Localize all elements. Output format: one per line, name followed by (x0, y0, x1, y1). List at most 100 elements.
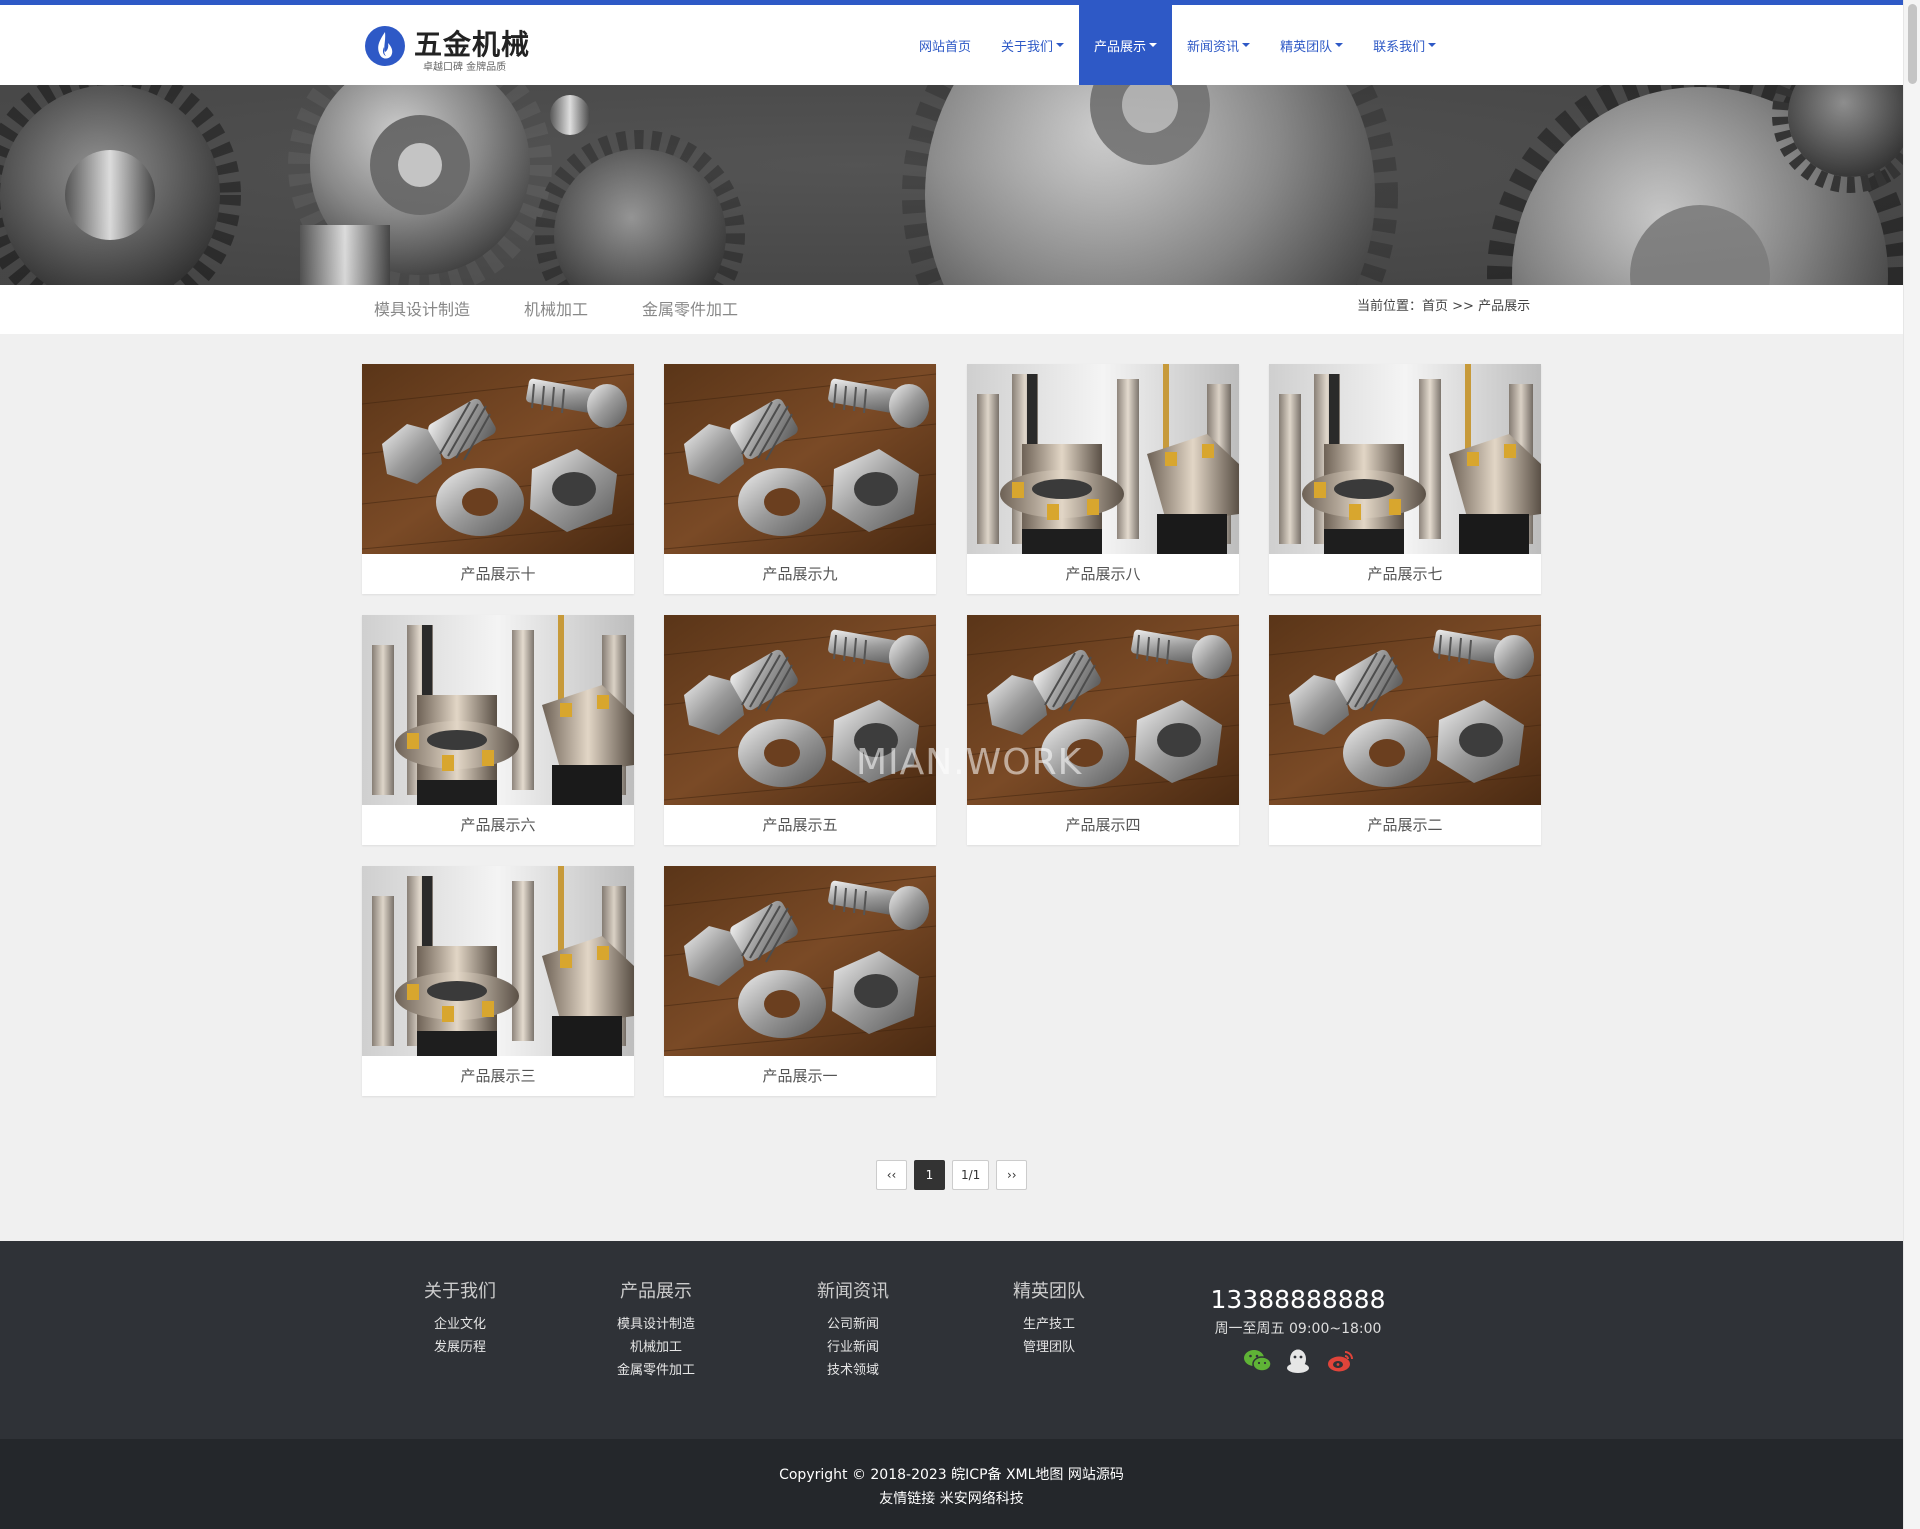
product-image[interactable] (1269, 615, 1541, 805)
footer-link[interactable]: 管理团队 (969, 1336, 1129, 1359)
category-links: 模具设计制造 机械加工 金属零件加工 (374, 285, 792, 334)
copyright-bar: Copyright © 2018-2023 皖ICP备 XML地图 网站源码 友… (0, 1439, 1903, 1529)
product-title[interactable]: 产品展示四 (967, 805, 1239, 845)
category-link-machining[interactable]: 机械加工 (524, 285, 588, 334)
nav-label: 新闻资讯 (1187, 39, 1240, 55)
footer-column-team: 精英团队 生产技工 管理团队 (969, 1277, 1129, 1359)
product-title[interactable]: 产品展示三 (362, 1056, 634, 1096)
logo-title: 五金机械 (414, 28, 531, 61)
wechat-icon[interactable] (1243, 1348, 1272, 1374)
footer-column-title: 关于我们 (424, 1281, 496, 1302)
category-link-metal-parts[interactable]: 金属零件加工 (642, 285, 738, 334)
nav-label: 联系我们 (1373, 39, 1426, 55)
friend-links[interactable]: 友情链接 米安网络科技 (0, 1487, 1903, 1511)
caret-down-icon (1428, 43, 1437, 47)
site-footer: 关于我们 企业文化 发展历程 产品展示 模具设计制造 机械加工 金属零件加工 新… (0, 1241, 1903, 1439)
footer-link[interactable]: 模具设计制造 (576, 1313, 736, 1336)
footer-column-title: 新闻资讯 (817, 1281, 889, 1302)
nav-item-contact[interactable]: 联系我们 (1358, 5, 1451, 85)
footer-link[interactable]: 金属零件加工 (576, 1359, 736, 1382)
product-title[interactable]: 产品展示一 (664, 1056, 936, 1096)
social-links (1198, 1348, 1398, 1374)
flame-logo-icon (365, 26, 405, 66)
product-card[interactable]: 产品展示九 (664, 364, 936, 594)
sub-nav-bar: 模具设计制造 机械加工 金属零件加工 当前位置：首页 >> 产品展示 (0, 285, 1903, 334)
business-hours: 周一至周五 09:00~18:00 (1214, 1321, 1382, 1337)
product-image[interactable] (1269, 364, 1541, 554)
caret-down-icon (1149, 43, 1158, 47)
nav-label: 精英团队 (1280, 39, 1333, 55)
product-title[interactable]: 产品展示八 (967, 554, 1239, 594)
product-card[interactable]: 产品展示一 (664, 866, 936, 1096)
caret-down-icon (1335, 43, 1344, 47)
breadcrumb-current: 产品展示 (1478, 299, 1531, 314)
breadcrumb-home-link[interactable]: 首页 (1422, 299, 1448, 314)
product-card[interactable]: 产品展示二 (1269, 615, 1541, 845)
footer-contact: 13388888888 周一至周五 09:00~18:00 (1198, 1285, 1398, 1374)
product-image[interactable] (362, 615, 634, 805)
product-card[interactable]: 产品展示六 (362, 615, 634, 845)
nav-label: 网站首页 (919, 39, 972, 55)
weibo-icon[interactable] (1327, 1348, 1353, 1374)
page-number-button[interactable]: 1 (914, 1160, 945, 1190)
scrollbar-thumb[interactable] (1908, 4, 1917, 84)
breadcrumb-separator: >> (1448, 299, 1479, 314)
page-scrollbar[interactable] (1903, 0, 1920, 1529)
page-count: 1/1 (952, 1160, 990, 1190)
caret-down-icon (1056, 43, 1065, 47)
footer-link[interactable]: 企业文化 (380, 1313, 540, 1336)
product-title[interactable]: 产品展示九 (664, 554, 936, 594)
product-image[interactable] (664, 866, 936, 1056)
product-image[interactable] (967, 364, 1239, 554)
footer-column-products: 产品展示 模具设计制造 机械加工 金属零件加工 (576, 1277, 736, 1382)
breadcrumb-prefix: 当前位置： (1357, 299, 1423, 314)
product-card[interactable]: 产品展示十 (362, 364, 634, 594)
footer-link[interactable]: 行业新闻 (773, 1336, 933, 1359)
nav-item-news[interactable]: 新闻资讯 (1172, 5, 1265, 85)
product-image[interactable] (362, 364, 634, 554)
product-card[interactable]: 产品展示三 (362, 866, 634, 1096)
product-card[interactable]: 产品展示七 (1269, 364, 1541, 594)
footer-link[interactable]: 技术领域 (773, 1359, 933, 1382)
product-title[interactable]: 产品展示二 (1269, 805, 1541, 845)
site-logo[interactable]: 五金机械 卓越口碑 金牌品质 (364, 21, 534, 73)
footer-column-title: 精英团队 (1013, 1281, 1085, 1302)
copyright-text[interactable]: Copyright © 2018-2023 皖ICP备 XML地图 网站源码 (0, 1463, 1903, 1487)
product-card[interactable]: 产品展示八 (967, 364, 1239, 594)
logo-slogan: 卓越口碑 金牌品质 (423, 62, 507, 73)
product-image[interactable] (664, 364, 936, 554)
nav-item-products[interactable]: 产品展示 (1079, 5, 1173, 85)
nav-label: 关于我们 (1001, 39, 1054, 55)
main-nav: 网站首页 关于我们 产品展示 新闻资讯 精英团队 联系我们 (904, 5, 1451, 85)
category-link-mold-design[interactable]: 模具设计制造 (374, 285, 470, 334)
prev-page-button[interactable]: ‹‹ (876, 1160, 907, 1190)
footer-column-news: 新闻资讯 公司新闻 行业新闻 技术领域 (773, 1277, 933, 1382)
site-header: 五金机械 卓越口碑 金牌品质 网站首页 关于我们 产品展示 新闻资讯 精英团队 … (0, 5, 1903, 85)
footer-column-title: 产品展示 (620, 1281, 692, 1302)
footer-link[interactable]: 生产技工 (969, 1313, 1129, 1336)
watermark-text: MIAN.WORK (856, 742, 1083, 783)
product-title[interactable]: 产品展示七 (1269, 554, 1541, 594)
qq-icon[interactable] (1285, 1348, 1311, 1374)
nav-item-about[interactable]: 关于我们 (986, 5, 1079, 85)
breadcrumb: 当前位置：首页 >> 产品展示 (1357, 285, 1530, 329)
nav-item-home[interactable]: 网站首页 (904, 5, 986, 85)
product-title[interactable]: 产品展示六 (362, 805, 634, 845)
phone-number[interactable]: 13388888888 (1198, 1285, 1398, 1314)
caret-down-icon (1242, 43, 1251, 47)
next-page-button[interactable]: ›› (996, 1160, 1028, 1190)
footer-link[interactable]: 公司新闻 (773, 1313, 933, 1336)
product-image[interactable] (362, 866, 634, 1056)
footer-link[interactable]: 发展历程 (380, 1336, 540, 1359)
product-title[interactable]: 产品展示十 (362, 554, 634, 594)
product-title[interactable]: 产品展示五 (664, 805, 936, 845)
gears-banner-image (0, 85, 1903, 285)
gears-illustration (0, 85, 1903, 285)
footer-link[interactable]: 机械加工 (576, 1336, 736, 1359)
nav-item-team[interactable]: 精英团队 (1265, 5, 1358, 85)
nav-label: 产品展示 (1094, 39, 1147, 55)
product-card[interactable]: 产品展示四 (967, 615, 1239, 845)
pagination: ‹‹ 1 1/1 ›› (876, 1160, 1028, 1190)
product-card[interactable]: 产品展示五 (664, 615, 936, 845)
footer-column-about: 关于我们 企业文化 发展历程 (380, 1277, 540, 1359)
